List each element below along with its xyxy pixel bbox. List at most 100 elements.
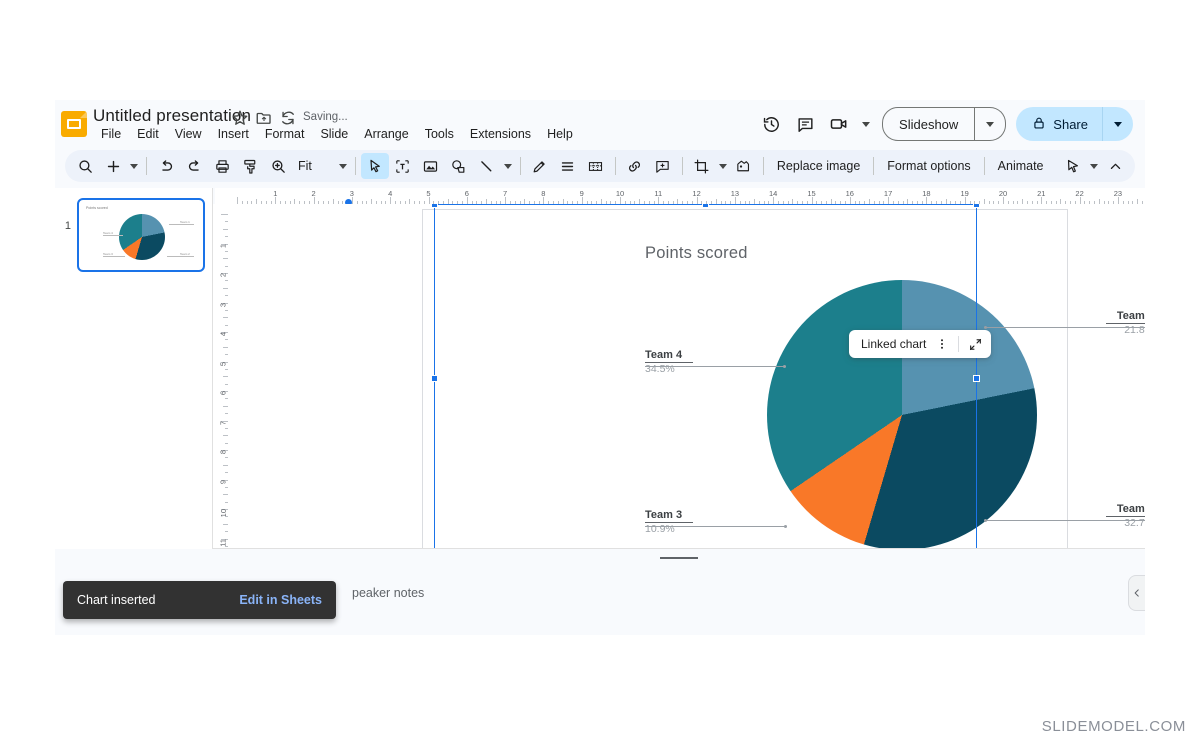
badge-divider: [958, 336, 959, 352]
share-group: Share: [1016, 107, 1133, 141]
slideshow-button[interactable]: Slideshow: [882, 107, 975, 141]
data-label-team3-value: 10.9%: [645, 523, 745, 535]
menu-slide[interactable]: Slide: [312, 124, 356, 144]
watermark: SLIDEMODEL.COM: [1042, 718, 1186, 735]
share-label: Share: [1053, 117, 1088, 132]
resize-handle-top-right[interactable]: [973, 204, 980, 208]
collapse-toolbar-icon[interactable]: [1101, 153, 1129, 179]
paint-format-icon[interactable]: [236, 153, 264, 179]
table-icon[interactable]: [582, 153, 610, 179]
line-dropdown-caret[interactable]: [501, 153, 515, 179]
zoom-dropdown-caret[interactable]: [336, 153, 350, 179]
share-button[interactable]: Share: [1016, 107, 1102, 141]
data-label-team4-underline: [645, 362, 693, 363]
collapse-panel-icon[interactable]: [1128, 575, 1145, 611]
cursor-mode-icon[interactable]: [1059, 153, 1087, 179]
thumbnail-label-team2: Team 2: [180, 252, 190, 256]
menu-extensions[interactable]: Extensions: [462, 124, 539, 144]
link-icon[interactable]: [621, 153, 649, 179]
redo-icon[interactable]: [180, 153, 208, 179]
line-icon[interactable]: [473, 153, 501, 179]
document-title[interactable]: Untitled presentation: [93, 106, 251, 126]
three-dot-menu-icon[interactable]: [932, 333, 952, 355]
toolbar-divider-5: [682, 157, 683, 175]
speaker-notes-placeholder[interactable]: peaker notes: [352, 586, 424, 600]
thumbnail-label-team3: Team 3: [103, 252, 113, 256]
vertical-ruler[interactable]: 1234567891011: [212, 204, 228, 549]
resize-handle-middle-left[interactable]: [431, 375, 438, 382]
pie-chart[interactable]: [767, 280, 1037, 549]
menu-arrange[interactable]: Arrange: [356, 124, 416, 144]
toolbar-divider-2: [355, 157, 356, 175]
toolbar-divider-6: [763, 157, 764, 175]
replace-image-button[interactable]: Replace image: [769, 155, 868, 177]
menu-help[interactable]: Help: [539, 124, 581, 144]
resize-handle-top-left[interactable]: [431, 204, 438, 208]
mask-image-icon[interactable]: [730, 153, 758, 179]
toolbar-divider: [146, 157, 147, 175]
thumbnail-chart-title: Points scored: [86, 206, 108, 210]
comment-icon[interactable]: [788, 107, 822, 141]
crop-icon[interactable]: [688, 153, 716, 179]
present-video-icon[interactable]: [822, 107, 856, 141]
search-icon[interactable]: [71, 153, 99, 179]
toolbar-divider-8: [984, 157, 985, 175]
text-box-icon[interactable]: [389, 153, 417, 179]
google-slides-window: Untitled presentation Saving... File Edi…: [55, 100, 1145, 635]
present-dropdown-caret[interactable]: [856, 109, 876, 139]
thumbnail-leader-line-3: [103, 256, 125, 257]
collapse-chart-icon[interactable]: [965, 333, 985, 355]
title-bar: Untitled presentation Saving... File Edi…: [55, 100, 1145, 148]
select-tool-icon[interactable]: [361, 153, 389, 179]
toast-message: Chart inserted: [77, 593, 156, 607]
shape-icon[interactable]: [445, 153, 473, 179]
cursor-mode-dropdown-caret[interactable]: [1087, 153, 1101, 179]
thumbnail-leader-line-2: [103, 235, 123, 236]
resize-handle-middle-right[interactable]: [973, 375, 980, 382]
format-options-button[interactable]: Format options: [879, 155, 978, 177]
image-icon[interactable]: [417, 153, 445, 179]
filmstrip-slide-1[interactable]: 1 Points scored Team 1 Team 4 Team 3 Tea…: [55, 198, 205, 272]
slide-thumbnail[interactable]: Points scored Team 1 Team 4 Team 3 Team …: [77, 198, 205, 272]
linked-chart-badge[interactable]: Linked chart: [849, 330, 991, 358]
menu-tools[interactable]: Tools: [417, 124, 462, 144]
title-bar-actions: Slideshow Share: [754, 106, 1133, 142]
menu-bar: File Edit View Insert Format Slide Arran…: [93, 124, 581, 144]
slide-canvas-area: Points scored Team 1 21.8% Team 2 32.7%: [228, 204, 1145, 549]
slides-app-logo-icon: [61, 111, 87, 137]
data-label-team1-underline: [1106, 323, 1145, 324]
menu-edit[interactable]: Edit: [129, 124, 167, 144]
data-label-team2-underline: [1106, 516, 1145, 517]
toolbar-divider-7: [873, 157, 874, 175]
thumbnail-label-team4: Team 4: [103, 231, 113, 235]
line-spacing-icon[interactable]: [554, 153, 582, 179]
data-label-team2-name: Team 2: [1054, 503, 1145, 515]
thumbnail-label-team1: Team 1: [180, 220, 190, 224]
undo-icon[interactable]: [152, 153, 180, 179]
edit-in-sheets-link[interactable]: Edit in Sheets: [239, 593, 322, 607]
resize-handle-top-center[interactable]: [702, 204, 709, 208]
zoom-level-label[interactable]: Fit: [292, 159, 318, 173]
version-history-icon[interactable]: [754, 107, 788, 141]
share-dropdown-caret[interactable]: [1102, 107, 1133, 141]
current-slide[interactable]: Points scored Team 1 21.8% Team 2 32.7%: [422, 209, 1068, 549]
horizontal-ruler[interactable]: 1234567891011121314151617181920212223242…: [215, 188, 1145, 204]
pen-icon[interactable]: [526, 153, 554, 179]
animate-button[interactable]: Animate: [990, 155, 1052, 177]
zoom-icon[interactable]: [264, 153, 292, 179]
speaker-notes-pane[interactable]: peaker notes: [212, 548, 1145, 635]
leader-line-team1-b: [984, 327, 1052, 328]
add-comment-icon[interactable]: [649, 153, 677, 179]
menu-view[interactable]: View: [167, 124, 210, 144]
data-label-team2-value: 32.7%: [1054, 517, 1145, 529]
new-slide-dropdown-caret[interactable]: [127, 153, 141, 179]
data-label-team4-value: 34.5%: [645, 363, 745, 375]
crop-dropdown-caret[interactable]: [716, 153, 730, 179]
slideshow-dropdown-caret[interactable]: [975, 107, 1006, 141]
menu-format[interactable]: Format: [257, 124, 313, 144]
print-icon[interactable]: [208, 153, 236, 179]
notes-resize-grip[interactable]: [660, 557, 698, 559]
menu-insert[interactable]: Insert: [210, 124, 257, 144]
new-slide-icon[interactable]: [99, 153, 127, 179]
menu-file[interactable]: File: [93, 124, 129, 144]
